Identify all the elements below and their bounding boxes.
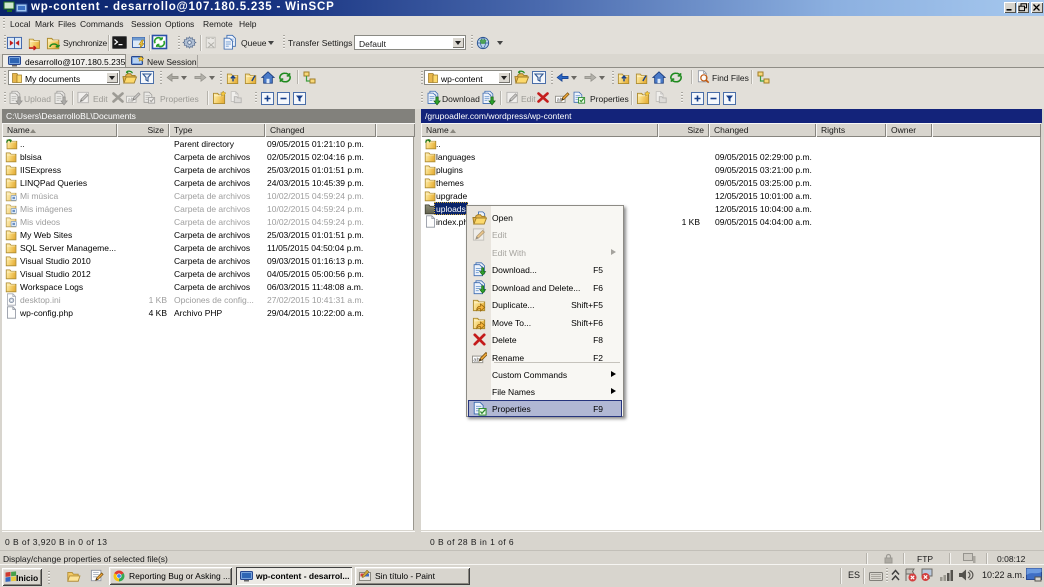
svg-text:ab: ab [473, 358, 479, 364]
